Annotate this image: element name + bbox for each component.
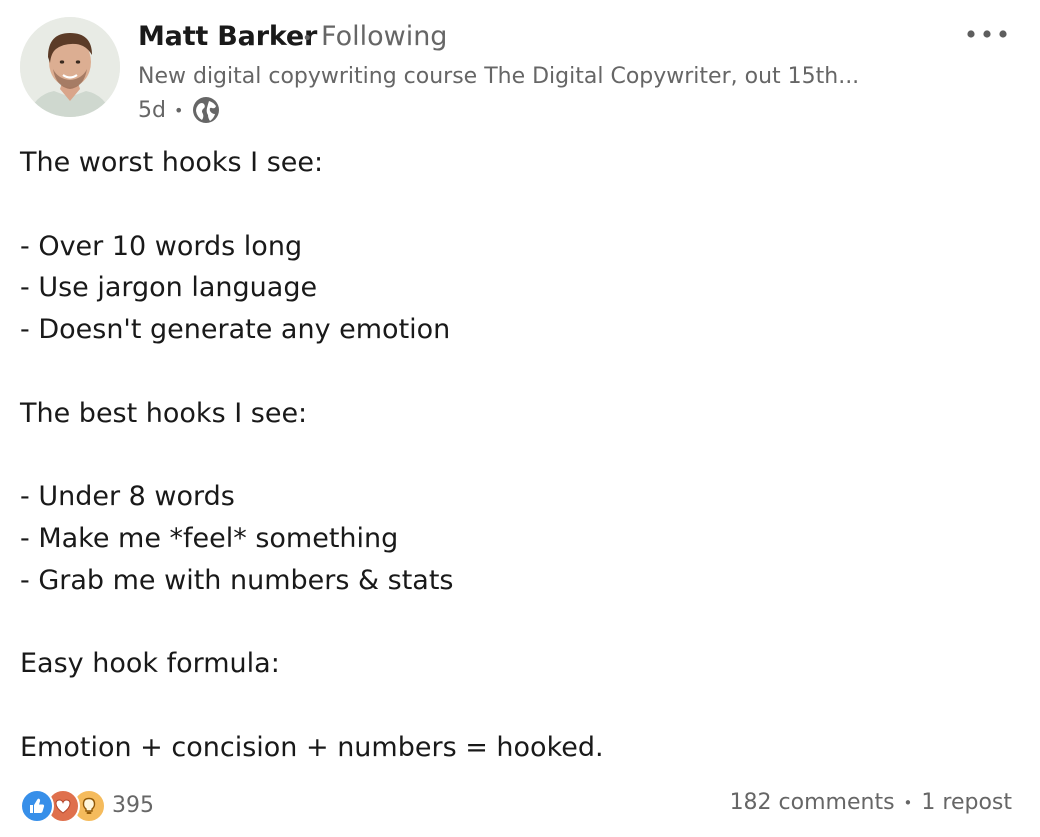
post-line — [20, 601, 1010, 643]
post-age: 5d — [138, 97, 166, 123]
like-icon — [20, 789, 54, 823]
author-name[interactable]: Matt Barker — [138, 21, 317, 52]
post-line: - Make me *feel* something — [20, 522, 399, 554]
post-line: - Grab me with numbers & stats — [20, 564, 454, 596]
post-line — [20, 184, 1010, 226]
separator-dot: • — [903, 793, 913, 812]
post-line: - Over 10 words long — [20, 230, 303, 262]
post-line: The best hooks I see: — [20, 397, 308, 429]
separator-dot: • — [173, 100, 184, 120]
separator-dot: • — [302, 28, 313, 49]
post-meta: 5d • — [138, 96, 221, 124]
post-text: The worst hooks I see: - Over 10 words l… — [20, 142, 1010, 768]
author-headline: New digital copywriting course The Digit… — [138, 64, 860, 89]
reaction-count: 395 — [112, 792, 154, 818]
post-line — [20, 685, 1010, 727]
post-line — [20, 434, 1010, 476]
post-line — [20, 351, 1010, 393]
engagement-stats: 182 comments • 1 repost — [730, 790, 1012, 815]
globe-icon — [193, 97, 220, 123]
post-line: - Doesn't generate any emotion — [20, 314, 451, 345]
post-line: - Use jargon language — [20, 272, 318, 304]
post-line: Emotion + concision + numbers = hooked. — [20, 731, 604, 763]
follow-status: Following — [321, 21, 448, 52]
reposts-link[interactable]: 1 repost — [921, 790, 1012, 815]
author-avatar[interactable] — [20, 17, 120, 117]
post-line: Easy hook formula: — [20, 648, 280, 679]
more-options-button[interactable] — [955, 20, 1019, 48]
post-line: The worst hooks I see: — [20, 147, 324, 178]
reaction-icons — [20, 789, 106, 823]
feed-post: Matt Barker • Following New digital copy… — [0, 0, 1040, 837]
reactions-summary[interactable]: 395 — [20, 787, 154, 823]
more-horizontal-icon — [967, 30, 1007, 38]
post-line: - Under 8 words — [20, 481, 235, 512]
comments-link[interactable]: 182 comments — [730, 790, 895, 815]
